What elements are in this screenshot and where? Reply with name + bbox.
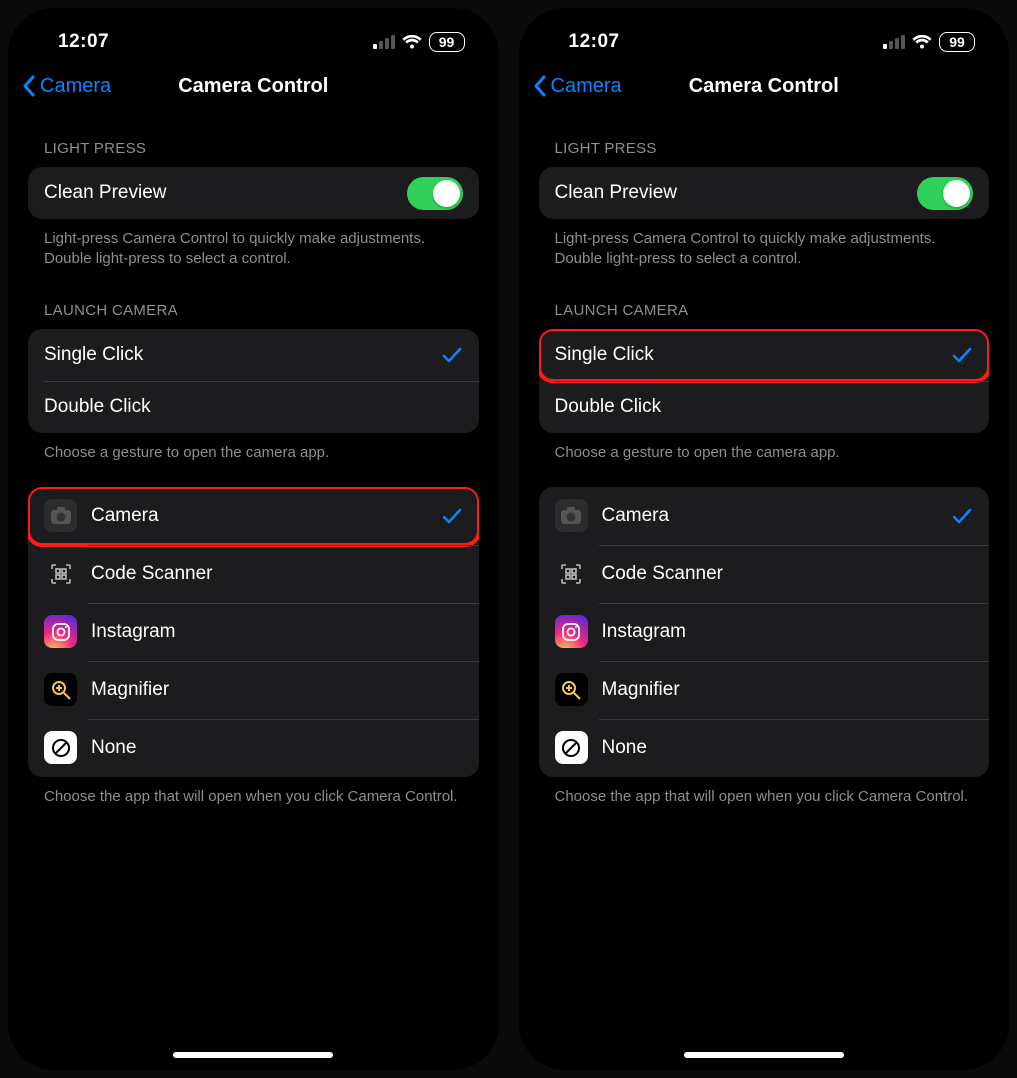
back-label: Camera — [40, 75, 111, 98]
home-indicator[interactable] — [684, 1052, 844, 1058]
clean-preview-toggle[interactable] — [407, 177, 463, 210]
camera-icon — [555, 499, 588, 532]
cellular-icon — [883, 35, 905, 49]
app-footer: Choose the app that will open when you c… — [28, 777, 479, 807]
chevron-left-icon — [533, 75, 547, 97]
row-clean-preview[interactable]: Clean Preview — [28, 167, 479, 219]
group-apps: Camera Code Scanner Instagram — [28, 487, 479, 777]
magnifier-icon — [44, 673, 77, 706]
status-bar: 12:07 99 — [8, 8, 499, 64]
none-icon — [44, 731, 77, 764]
app-camera-label: Camera — [602, 505, 952, 527]
row-double-click[interactable]: Double Click — [539, 381, 990, 433]
instagram-icon — [44, 615, 77, 648]
app-none-label: None — [602, 737, 974, 759]
magnifier-icon — [555, 673, 588, 706]
row-single-click[interactable]: Single Click — [28, 329, 479, 381]
clean-preview-label: Clean Preview — [555, 182, 918, 204]
section-header-light-press: LIGHT PRESS — [28, 108, 479, 167]
app-code-scanner-label: Code Scanner — [91, 563, 463, 585]
row-single-click[interactable]: Single Click — [539, 329, 990, 381]
qr-icon — [44, 557, 77, 590]
section-header-launch-camera: LAUNCH CAMERA — [539, 270, 990, 329]
wifi-icon — [402, 35, 422, 50]
gesture-footer: Choose a gesture to open the camera app. — [539, 433, 990, 463]
row-app-code-scanner[interactable]: Code Scanner — [539, 545, 990, 603]
row-app-camera[interactable]: Camera — [28, 487, 479, 545]
page-title: Camera Control — [689, 75, 839, 98]
back-button[interactable]: Camera — [533, 75, 622, 98]
clean-preview-toggle[interactable] — [917, 177, 973, 210]
checkmark-icon — [951, 344, 973, 366]
gesture-footer: Choose a gesture to open the camera app. — [28, 433, 479, 463]
app-camera-label: Camera — [91, 505, 441, 527]
row-double-click[interactable]: Double Click — [28, 381, 479, 433]
row-app-magnifier[interactable]: Magnifier — [539, 661, 990, 719]
phone-pane-left: 12:07 99 Camera Camera Control LIGHT PRE… — [8, 8, 499, 1070]
nav-header: Camera Camera Control — [519, 64, 1010, 108]
instagram-icon — [555, 615, 588, 648]
section-header-launch-camera: LAUNCH CAMERA — [28, 270, 479, 329]
app-magnifier-label: Magnifier — [602, 679, 974, 701]
back-button[interactable]: Camera — [22, 75, 111, 98]
row-app-magnifier[interactable]: Magnifier — [28, 661, 479, 719]
none-icon — [555, 731, 588, 764]
app-instagram-label: Instagram — [91, 621, 463, 643]
camera-icon — [44, 499, 77, 532]
group-gesture: Single Click Double Click — [539, 329, 990, 433]
status-time: 12:07 — [569, 31, 620, 53]
app-none-label: None — [91, 737, 463, 759]
wifi-icon — [912, 35, 932, 50]
group-light-press: Clean Preview — [539, 167, 990, 219]
single-click-label: Single Click — [44, 344, 441, 366]
back-label: Camera — [551, 75, 622, 98]
status-time: 12:07 — [58, 31, 109, 53]
app-magnifier-label: Magnifier — [91, 679, 463, 701]
clean-preview-label: Clean Preview — [44, 182, 407, 204]
light-press-footer: Light-press Camera Control to quickly ma… — [28, 219, 479, 270]
checkmark-icon — [951, 505, 973, 527]
double-click-label: Double Click — [555, 396, 974, 418]
single-click-label: Single Click — [555, 344, 952, 366]
chevron-left-icon — [22, 75, 36, 97]
row-app-none[interactable]: None — [28, 719, 479, 777]
status-icons: 99 — [883, 32, 975, 52]
section-header-light-press: LIGHT PRESS — [539, 108, 990, 167]
checkmark-icon — [441, 344, 463, 366]
settings-content: LIGHT PRESS Clean Preview Light-press Ca… — [8, 108, 499, 807]
cellular-icon — [373, 35, 395, 49]
page-title: Camera Control — [178, 75, 328, 98]
row-app-camera[interactable]: Camera — [539, 487, 990, 545]
home-indicator[interactable] — [173, 1052, 333, 1058]
group-light-press: Clean Preview — [28, 167, 479, 219]
row-app-code-scanner[interactable]: Code Scanner — [28, 545, 479, 603]
status-bar: 12:07 99 — [519, 8, 1010, 64]
double-click-label: Double Click — [44, 396, 463, 418]
battery-icon: 99 — [429, 32, 465, 52]
nav-header: Camera Camera Control — [8, 64, 499, 108]
app-instagram-label: Instagram — [602, 621, 974, 643]
battery-icon: 99 — [939, 32, 975, 52]
status-icons: 99 — [373, 32, 465, 52]
qr-icon — [555, 557, 588, 590]
phone-pane-right: 12:07 99 Camera Camera Control LIGHT PRE… — [519, 8, 1010, 1070]
settings-content: LIGHT PRESS Clean Preview Light-press Ca… — [519, 108, 1010, 807]
row-app-none[interactable]: None — [539, 719, 990, 777]
light-press-footer: Light-press Camera Control to quickly ma… — [539, 219, 990, 270]
row-app-instagram[interactable]: Instagram — [539, 603, 990, 661]
group-gesture: Single Click Double Click — [28, 329, 479, 433]
app-footer: Choose the app that will open when you c… — [539, 777, 990, 807]
row-clean-preview[interactable]: Clean Preview — [539, 167, 990, 219]
app-code-scanner-label: Code Scanner — [602, 563, 974, 585]
group-apps: Camera Code Scanner Instagram — [539, 487, 990, 777]
checkmark-icon — [441, 505, 463, 527]
row-app-instagram[interactable]: Instagram — [28, 603, 479, 661]
